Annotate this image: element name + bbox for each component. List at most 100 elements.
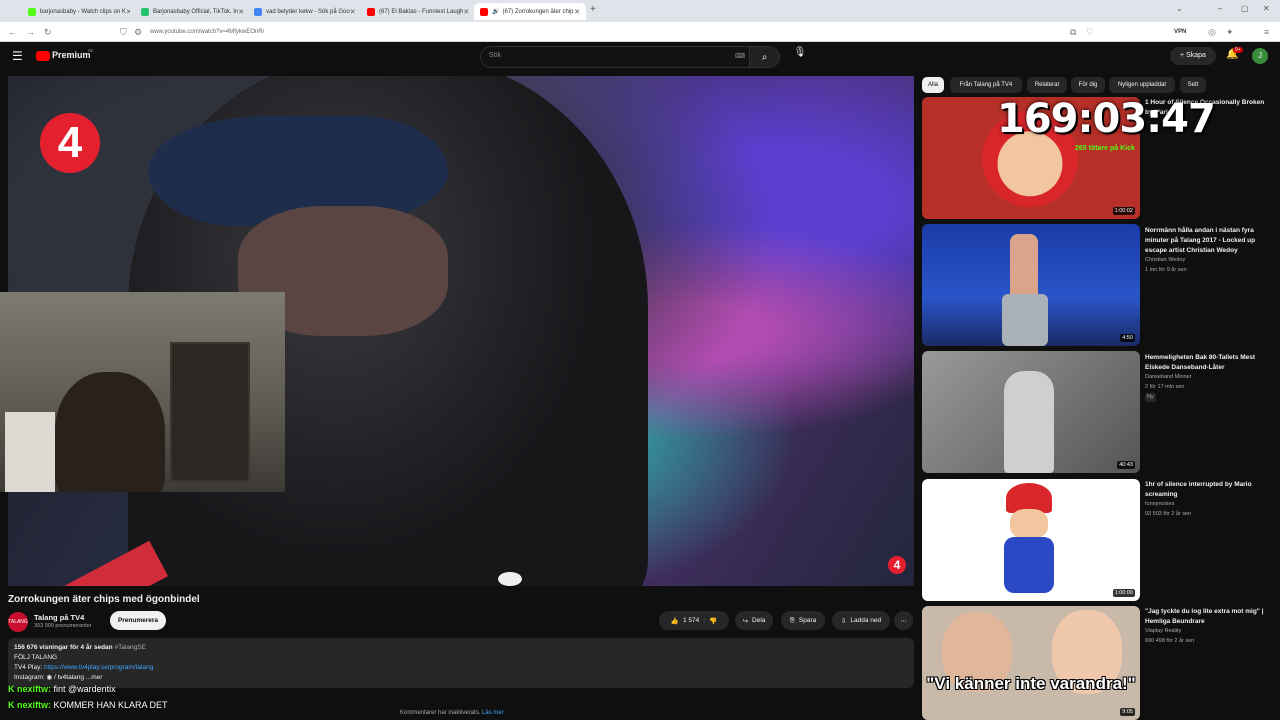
bookmark-icon[interactable]: ♡	[1086, 26, 1094, 38]
recommendation-meta: 690 498 för 2 år sen	[1145, 638, 1195, 644]
search-input[interactable]: Sök	[489, 52, 501, 59]
chip-recently-uploaded[interactable]: Nyligen uppladdat	[1109, 77, 1175, 93]
scarf-stripe	[8, 540, 169, 586]
video-duration: 4:50	[1120, 334, 1135, 342]
new-badge: Ny	[1145, 393, 1156, 402]
chat-text: KOMMER HAN KLARA DET	[53, 700, 168, 710]
microphone-icon[interactable]: 🎙	[792, 47, 808, 65]
browser-tab[interactable]: vad betyder kekw - Sök på Goo ✕	[248, 3, 356, 20]
youtube-logo-icon[interactable]	[36, 51, 50, 61]
close-icon[interactable]: ✕	[238, 8, 243, 16]
screenshot-icon[interactable]: ⧉	[1070, 26, 1076, 38]
new-tab-icon[interactable]: +	[590, 4, 596, 15]
recommendation-channel[interactable]: Viaplay Reality	[1145, 627, 1270, 636]
recommendation-title[interactable]: Hemmeligheten Bak 80-Tallets Mest Elsked…	[1145, 353, 1270, 373]
keyboard-icon[interactable]: ⌨	[735, 52, 745, 60]
recommendation-thumbnail[interactable]: "Vi känner inte varandra!" 9:05	[922, 606, 1140, 720]
url-field[interactable]: www.youtube.com/watch?v=4MfykwEOnRi	[150, 26, 1050, 38]
search-button[interactable]: ⌕	[750, 46, 780, 68]
chevron-down-icon[interactable]: ⌄	[1176, 4, 1183, 13]
browser-tab-active[interactable]: 🔊 (67) Zorrokungen äter chip ✕	[474, 3, 586, 20]
learn-more-link[interactable]: Läs mer	[482, 710, 504, 716]
subscriber-count: 303 000 prenumeranter	[34, 623, 92, 629]
hamburger-menu-icon[interactable]: ☰	[12, 49, 23, 63]
channel-name[interactable]: Talang på TV4	[34, 613, 84, 622]
thumbs-down-icon[interactable]: 👎	[709, 617, 717, 625]
recommendation-title[interactable]: Norrmänn hålla andan i nästan fyra minut…	[1145, 226, 1270, 256]
thumbs-up-icon[interactable]: 👍	[671, 617, 679, 625]
comments-disabled-notice: Kommentarer har inaktiverats. Läs mer	[400, 710, 504, 716]
recommendation-thumbnail[interactable]: 1:00:00	[922, 479, 1140, 601]
shield-icon[interactable]: ⛉	[120, 26, 127, 38]
more-actions-icon[interactable]: ⋯	[894, 611, 913, 630]
chip-all[interactable]: Alla	[922, 77, 944, 93]
recommendation-title[interactable]: 1hr of silence interrupted by Mario scre…	[1145, 480, 1270, 500]
singer	[1004, 371, 1054, 473]
chip-watched[interactable]: Sett	[1180, 77, 1206, 93]
hashtag[interactable]: #TalangSE	[114, 644, 145, 651]
site-info-icon[interactable]: ⚙	[134, 26, 142, 38]
instagram-icon: ◉	[46, 674, 54, 681]
search-box[interactable]: Sök ⌨	[480, 46, 750, 68]
chip-for-you[interactable]: För dig	[1071, 77, 1105, 93]
recommendation-meta: 1 mn för 9 år sen	[1145, 267, 1187, 273]
tv4play-label: TV4 Play:	[14, 664, 44, 671]
channel-avatar[interactable]: TALANG	[8, 612, 28, 632]
wallet-icon[interactable]: ◎	[1208, 26, 1216, 38]
menu-icon[interactable]: ≡	[1264, 26, 1269, 38]
recommendation-thumbnail[interactable]: 40:43	[922, 351, 1140, 473]
window-close-icon[interactable]: ✕	[1263, 4, 1270, 13]
premium-logo[interactable]: Premium	[52, 50, 91, 60]
vpn-button[interactable]: VPN	[1174, 26, 1186, 38]
save-label: Spara	[798, 617, 817, 624]
create-button[interactable]: + Skapa	[1170, 47, 1216, 65]
share-icon: ↪	[742, 617, 749, 625]
description-line: TV4 Play: https://www.tv4play.se/program…	[14, 663, 908, 673]
browser-tab[interactable]: barjonasbaby - Watch clips on K ✕	[22, 3, 130, 20]
subscribe-button[interactable]: Prenumerera	[110, 611, 166, 630]
kick-viewer-count: 265 tittare på Kick	[1075, 145, 1135, 152]
tv4-watermark-icon: 4	[888, 556, 906, 574]
tv4play-link[interactable]: https://www.tv4play.se/program/talang	[44, 664, 153, 671]
video-duration: 1:00:02	[1112, 207, 1135, 215]
recommendation-title[interactable]: "Jag tyckte du log lite extra mot mig" |…	[1145, 607, 1270, 627]
back-icon[interactable]: ←	[8, 26, 17, 38]
description-box[interactable]: 156 676 visningar för 4 år sedan #Talang…	[8, 638, 914, 688]
chat-message: K nexiftw: KOMMER HAN KLARA DET	[8, 700, 168, 710]
minimize-icon[interactable]: –	[1218, 4, 1222, 13]
instagram-handle[interactable]: / tv4talang	[54, 674, 84, 681]
tv4-logo-icon: 4	[40, 113, 100, 173]
bookmark-save-icon: ⎘	[789, 616, 795, 624]
recommendation-thumbnail[interactable]: 4:50	[922, 224, 1140, 346]
recommendation-channel[interactable]: funnynoises	[1145, 500, 1270, 509]
like-dislike-group: 👍 1 574 | 👎	[659, 611, 729, 630]
video-duration: 1:00:00	[1112, 589, 1135, 597]
video-duration: 9:05	[1120, 708, 1135, 716]
save-button[interactable]: ⎘ Spara	[781, 611, 825, 630]
forward-icon[interactable]: →	[26, 26, 35, 38]
chip-from-channel[interactable]: Från Talang på TV4	[950, 77, 1022, 93]
download-button[interactable]: ⇩ Ladda ned	[832, 611, 890, 630]
recommendation-channel[interactable]: Christian Wedoy	[1145, 256, 1270, 265]
bookshelf	[170, 342, 250, 482]
extensions-icon[interactable]: ✦	[1226, 26, 1234, 38]
tab-label: (67) El Baktas - Funniest Laugh	[379, 8, 464, 15]
share-button[interactable]: ↪ Dela	[735, 611, 773, 630]
chip-related[interactable]: Relaterat	[1027, 77, 1067, 93]
recommendation-meta: 2 för 17 min sen	[1145, 384, 1185, 390]
browser-tab[interactable]: (67) El Baktas - Funniest Laugh ✕	[361, 3, 469, 20]
maximize-icon[interactable]: ▢	[1241, 4, 1249, 13]
show-more-link[interactable]: ...mer	[86, 674, 103, 681]
browser-tab[interactable]: Barjonasbaby Official, TikTok, In ✕	[135, 3, 243, 20]
share-label: Dela	[752, 617, 766, 624]
mario-body	[1004, 537, 1054, 593]
close-icon[interactable]: ✕	[126, 8, 130, 16]
close-icon[interactable]: ✕	[350, 8, 356, 16]
search-icon: ⌕	[761, 51, 768, 63]
reload-icon[interactable]: ↻	[44, 26, 52, 38]
recommendation-channel[interactable]: Danseband Minner	[1145, 373, 1270, 382]
close-icon[interactable]: ✕	[463, 8, 469, 16]
close-icon[interactable]: ✕	[574, 8, 580, 16]
avatar[interactable]: J	[1252, 48, 1268, 64]
like-count[interactable]: 1 574	[683, 617, 699, 624]
